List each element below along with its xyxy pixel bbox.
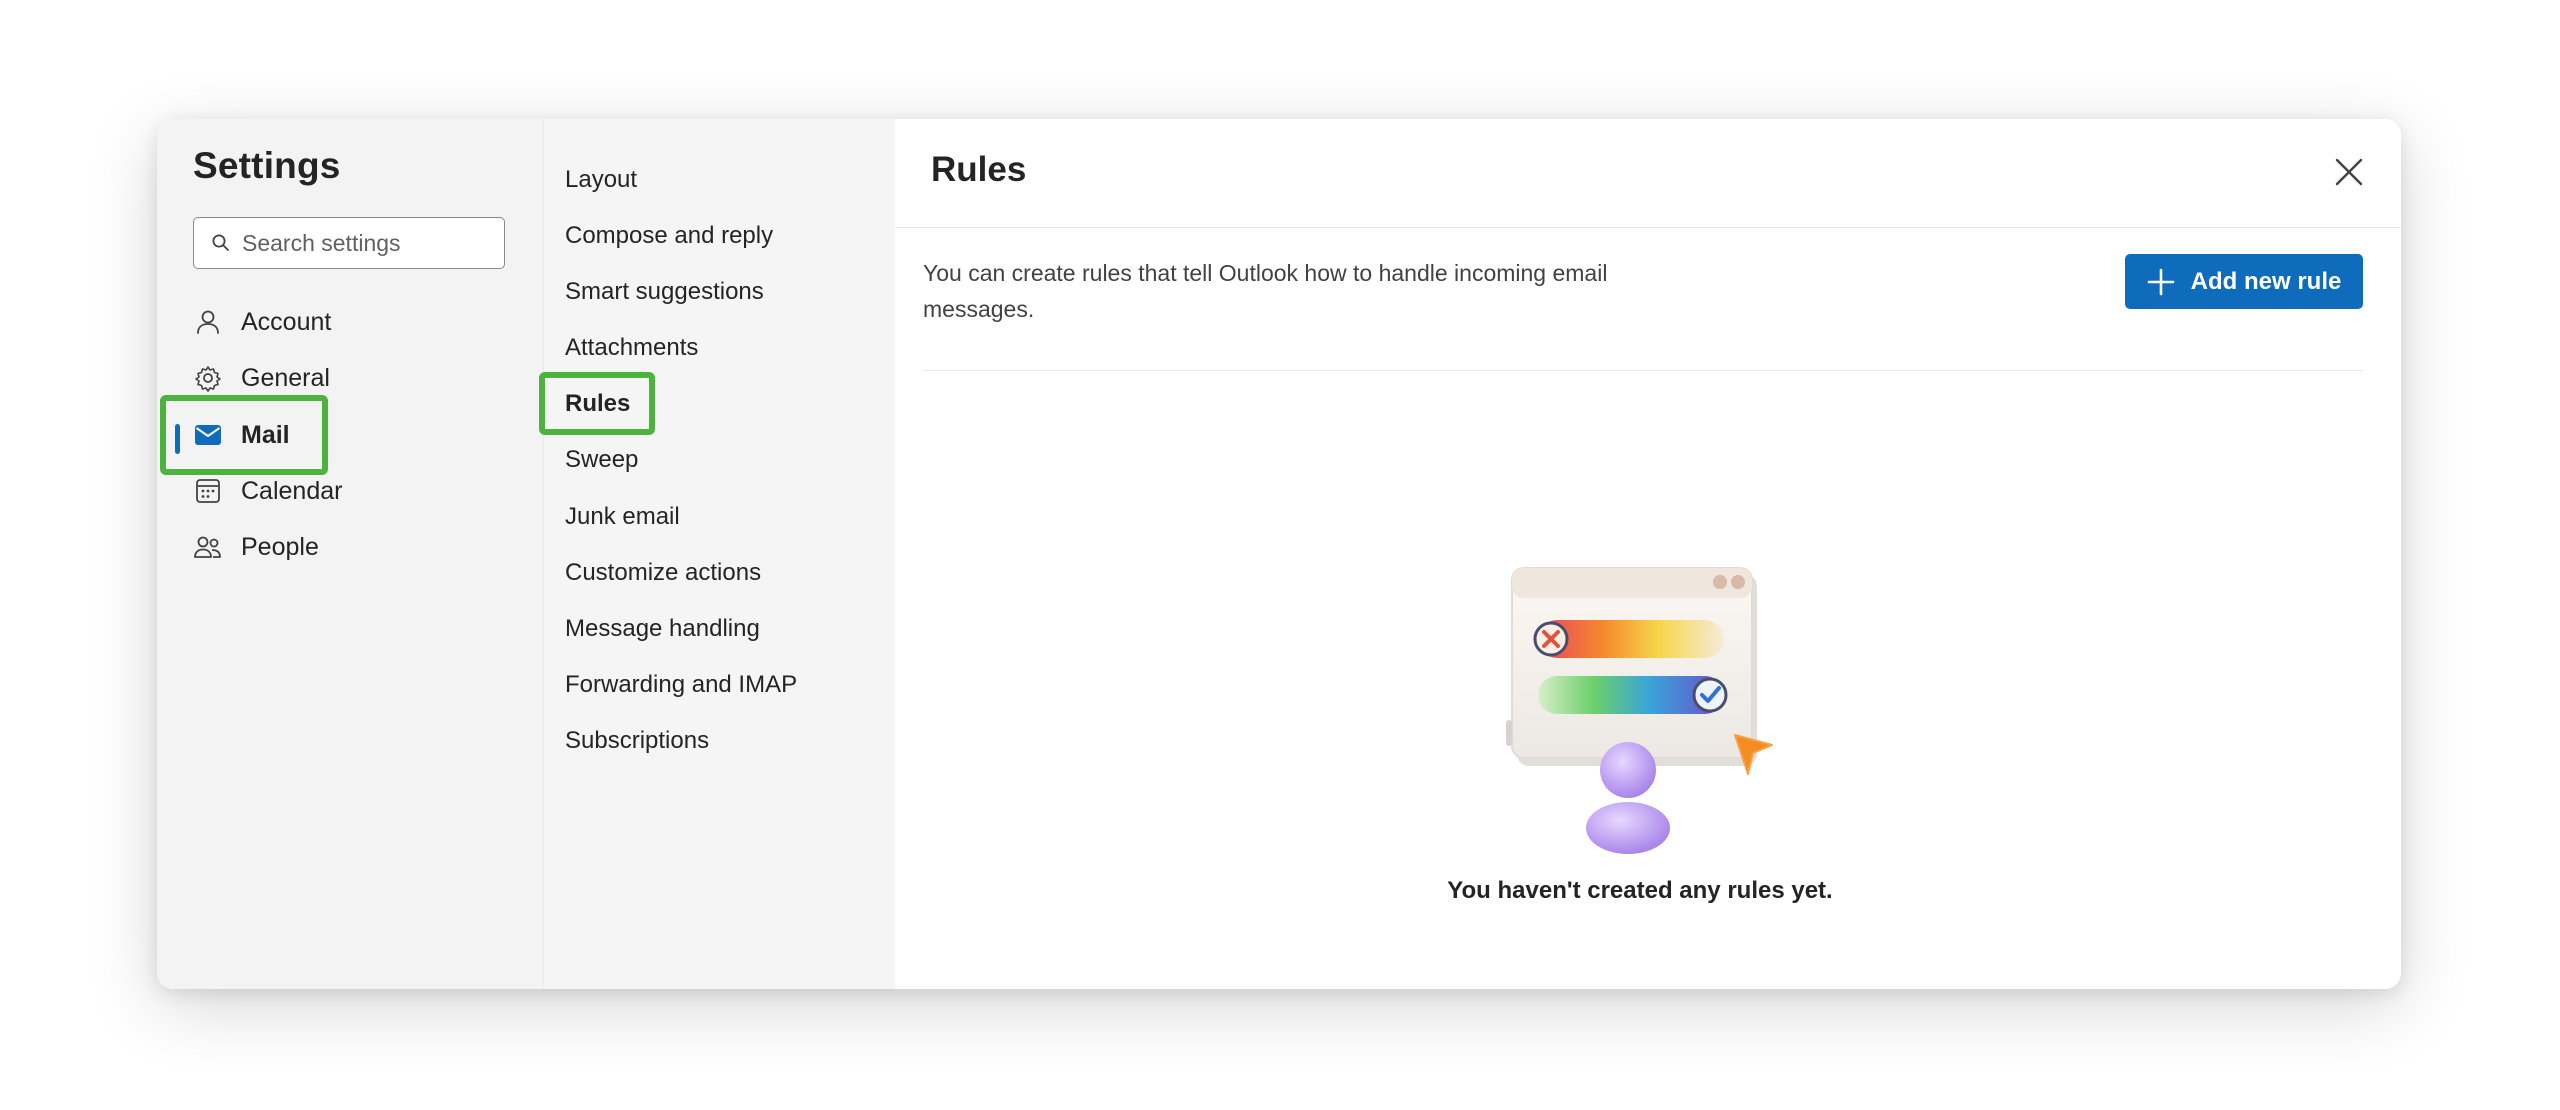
category-general[interactable]: General	[193, 353, 493, 403]
section-message-handling[interactable]: Message handling	[565, 604, 760, 654]
category-people[interactable]: People	[193, 522, 493, 572]
section-label: Customize actions	[565, 559, 762, 586]
selection-indicator	[175, 424, 180, 454]
rules-empty-illustration	[1490, 560, 1790, 860]
settings-title: Settings	[193, 145, 341, 186]
section-layout[interactable]: Layout	[565, 155, 637, 205]
section-label: Forwarding and IMAP	[565, 671, 798, 698]
empty-state-text: You haven't created any rules yet.	[1447, 877, 1833, 904]
category-label: General	[241, 363, 330, 392]
close-icon	[2334, 157, 2364, 192]
section-junk-email[interactable]: Junk email	[565, 492, 680, 542]
section-label: Sweep	[565, 446, 639, 473]
section-subscriptions[interactable]: Subscriptions	[565, 716, 709, 766]
section-forwarding-and-imap[interactable]: Forwarding and IMAP	[565, 660, 797, 710]
people-icon	[193, 532, 223, 562]
add-new-rule-label: Add new rule	[2190, 267, 2342, 295]
person-icon	[193, 307, 223, 337]
section-label: Layout	[565, 166, 638, 193]
close-button[interactable]	[2326, 151, 2372, 197]
section-smart-suggestions[interactable]: Smart suggestions	[565, 267, 764, 317]
category-label: Mail	[241, 420, 290, 449]
search-settings-box[interactable]	[193, 217, 505, 269]
section-label: Attachments	[565, 334, 699, 361]
header-divider	[895, 227, 2401, 228]
section-customize-actions[interactable]: Customize actions	[565, 548, 761, 598]
category-calendar[interactable]: Calendar	[193, 466, 493, 516]
gear-icon	[193, 363, 223, 393]
mail-icon	[193, 420, 223, 450]
add-new-rule-button[interactable]: Add new rule	[2125, 254, 2363, 309]
page-title: Rules	[931, 150, 1027, 189]
section-sweep[interactable]: Sweep	[565, 435, 638, 485]
section-attachments[interactable]: Attachments	[565, 323, 698, 373]
section-label: Subscriptions	[565, 727, 710, 754]
category-label: Account	[241, 307, 332, 336]
section-compose-and-reply[interactable]: Compose and reply	[565, 211, 773, 261]
section-label: Rules	[565, 390, 631, 417]
section-rules[interactable]: Rules	[565, 379, 630, 429]
section-label: Smart suggestions	[565, 278, 764, 305]
plus-icon	[2147, 268, 2175, 296]
rules-description: You can create rules that tell Outlook h…	[923, 260, 1608, 322]
category-account[interactable]: Account	[193, 297, 493, 347]
category-label: Calendar	[241, 476, 343, 505]
section-label: Junk email	[565, 503, 680, 530]
search-icon	[211, 233, 231, 253]
calendar-icon	[193, 476, 223, 506]
section-label: Message handling	[565, 615, 760, 642]
content-divider	[923, 370, 2363, 371]
category-mail[interactable]: Mail	[193, 410, 493, 460]
category-label: People	[241, 532, 319, 561]
section-label: Compose and reply	[565, 222, 774, 249]
search-settings-input[interactable]	[242, 218, 492, 268]
